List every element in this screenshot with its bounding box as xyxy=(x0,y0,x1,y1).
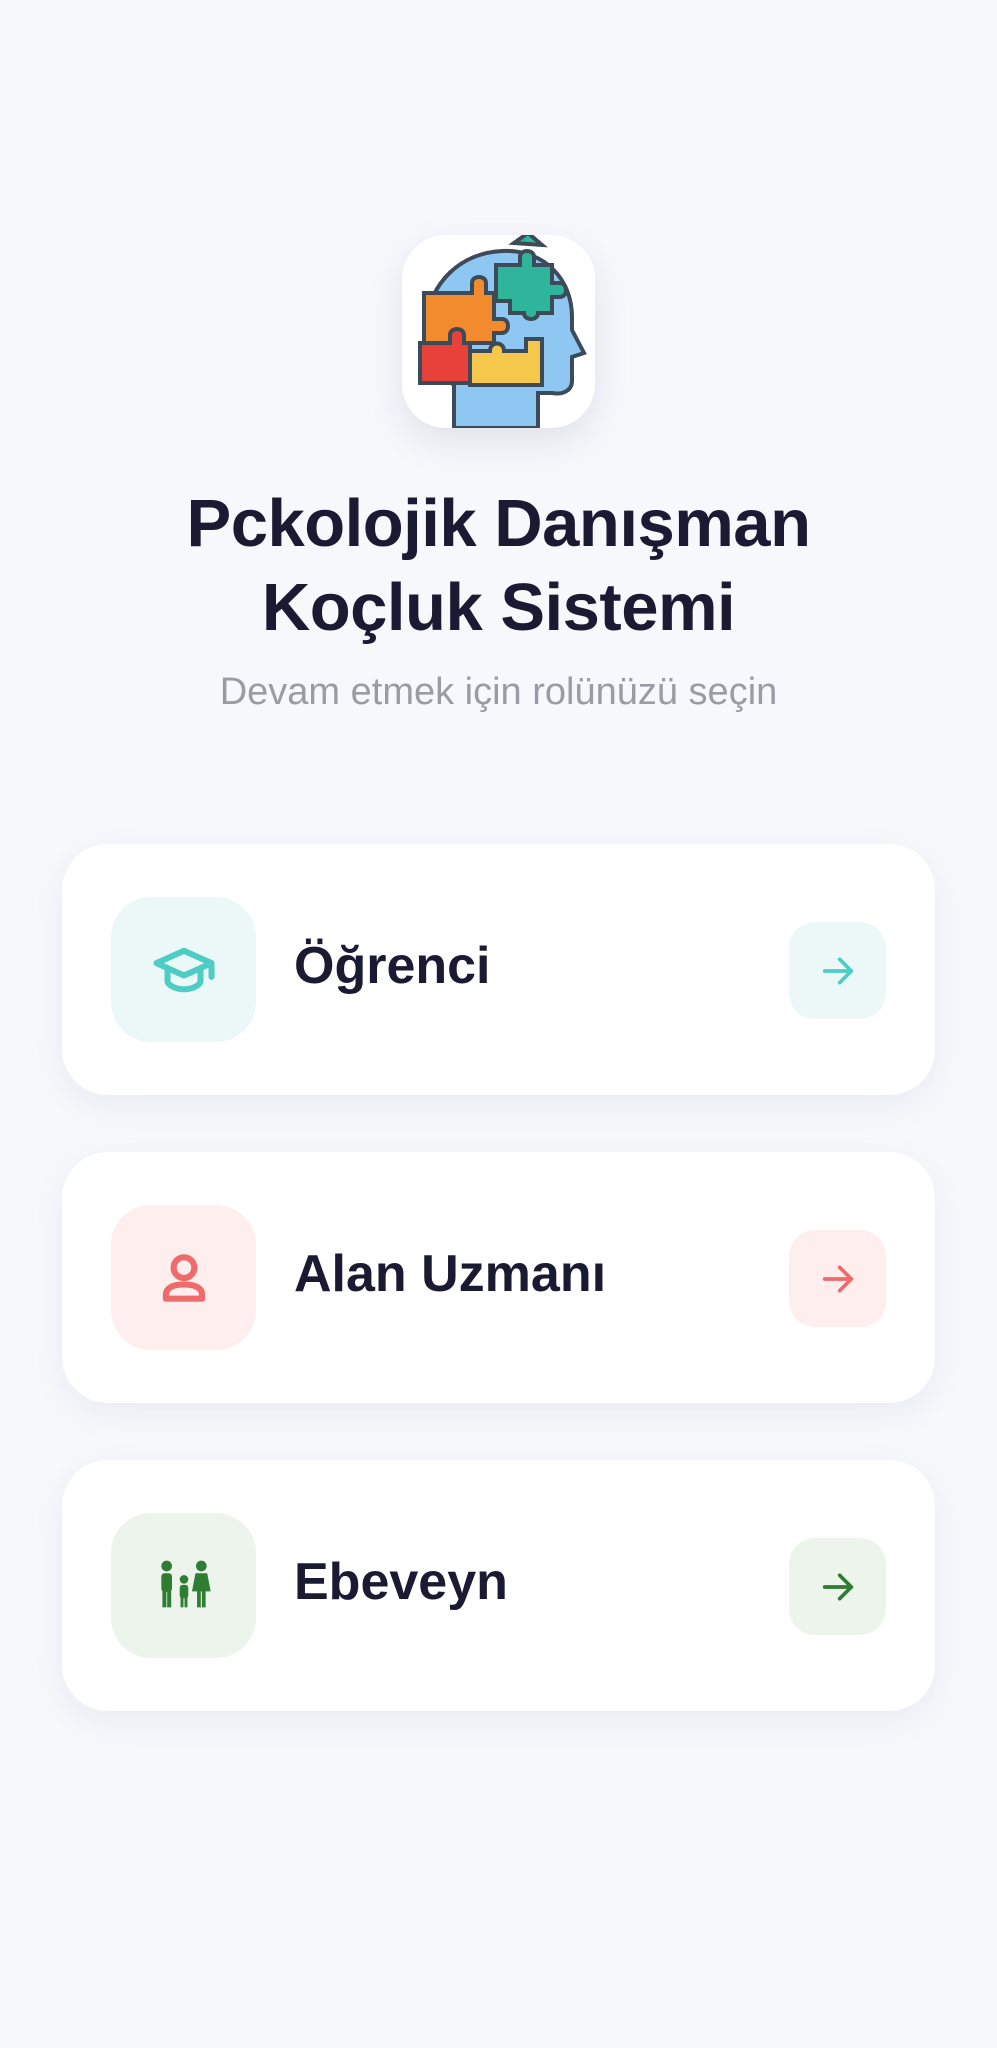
role-card-alan-uzmani[interactable]: Alan Uzmanı xyxy=(62,1152,935,1403)
graduation-cap-icon xyxy=(152,947,215,992)
role-label: Alan Uzmanı xyxy=(294,1245,607,1303)
title-line-1: Pckolojik Danışman xyxy=(186,486,812,561)
role-icon-box xyxy=(111,897,256,1042)
family-icon xyxy=(160,1560,211,1607)
arrow-right-icon xyxy=(822,957,853,984)
title-line-2: Koçluk Sistemi xyxy=(261,570,736,645)
role-card-ogrenci[interactable]: Öğrenci xyxy=(62,844,935,1095)
role-card-ebeveyn[interactable]: Ebeveyn xyxy=(62,1460,935,1711)
app-logo xyxy=(402,235,595,428)
continue-arrow-button[interactable] xyxy=(789,1230,886,1327)
page-title: Pckolojik Danışman Koçluk Sistemi xyxy=(0,482,997,650)
role-icon-box xyxy=(111,1513,256,1658)
role-label: Ebeveyn xyxy=(294,1553,508,1611)
page-subtitle: Devam etmek için rolünüzü seçin xyxy=(219,671,778,713)
arrow-right-icon xyxy=(822,1265,853,1292)
puzzle-head-icon xyxy=(418,235,587,428)
person-icon xyxy=(162,1253,205,1302)
arrow-right-icon xyxy=(822,1573,853,1600)
continue-arrow-button[interactable] xyxy=(789,1538,886,1635)
role-label: Öğrenci xyxy=(294,937,491,995)
continue-arrow-button[interactable] xyxy=(789,922,886,1019)
role-icon-box xyxy=(111,1205,256,1350)
